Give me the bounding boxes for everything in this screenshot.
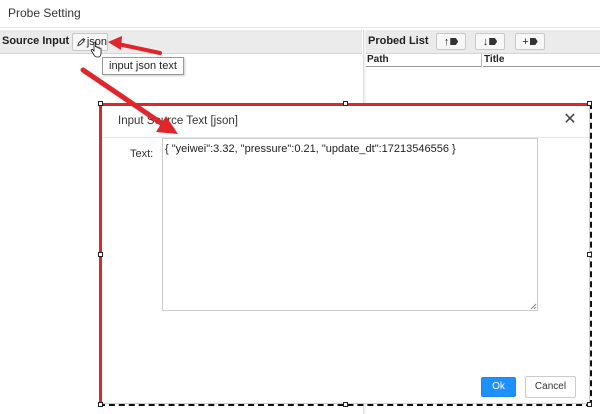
- window-title: Probe Setting: [8, 6, 81, 20]
- source-text-input[interactable]: { "yeiwei":3.32, "pressure":0.21, "updat…: [162, 138, 538, 311]
- column-header-title[interactable]: Title: [483, 54, 600, 67]
- tag-icon: [529, 38, 538, 45]
- probed-list-header: Probed List ↑ ↓ +: [366, 30, 600, 54]
- eyedropper-icon: [77, 38, 86, 47]
- resize-handle[interactable]: [343, 101, 348, 106]
- arrow-up-icon: ↑: [443, 35, 450, 48]
- resize-handle[interactable]: [98, 252, 103, 257]
- resize-handle[interactable]: [587, 252, 592, 257]
- cancel-button[interactable]: Cancel: [525, 376, 576, 398]
- resize-handle[interactable]: [98, 101, 103, 106]
- dialog-title: Input Source Text [json]: [118, 115, 238, 127]
- resize-handle[interactable]: [98, 402, 103, 407]
- input-source-dialog: Input Source Text [json] ✕ Text: { "yeiw…: [101, 105, 590, 404]
- app-window: Probe Setting Source Input json input js…: [0, 0, 600, 414]
- probed-list-label: Probed List: [368, 35, 429, 47]
- json-tooltip: input json text: [102, 57, 184, 75]
- plus-icon: +: [522, 35, 529, 48]
- move-up-button[interactable]: ↑: [436, 33, 466, 50]
- tag-icon: [489, 38, 498, 45]
- resize-grip-icon[interactable]: [529, 302, 537, 310]
- resize-handle[interactable]: [343, 402, 348, 407]
- title-bar: Probe Setting: [0, 0, 600, 28]
- resize-handle[interactable]: [587, 402, 592, 407]
- column-header-path[interactable]: Path: [366, 54, 482, 67]
- arrow-down-icon: ↓: [482, 35, 489, 48]
- text-field-label: Text:: [130, 148, 154, 160]
- ok-button[interactable]: Ok: [481, 377, 516, 397]
- hand-cursor-icon: [90, 42, 102, 58]
- resize-handle[interactable]: [587, 101, 592, 106]
- add-probe-button[interactable]: +: [515, 33, 545, 50]
- dialog-header: Input Source Text [json] ✕: [102, 106, 589, 138]
- source-input-header: Source Input json: [0, 30, 362, 54]
- tag-icon: [450, 38, 459, 45]
- source-input-label: Source Input: [2, 35, 70, 47]
- move-down-button[interactable]: ↓: [475, 33, 505, 50]
- close-icon[interactable]: ✕: [563, 112, 577, 128]
